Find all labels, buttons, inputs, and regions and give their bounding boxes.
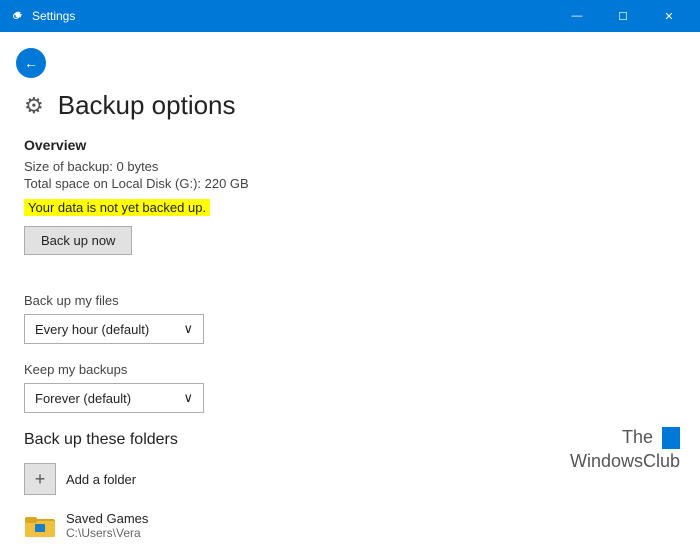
keep-backups-label: Keep my backups [24,362,676,377]
backup-frequency-dropdown[interactable]: Every hour (default) ∨ [24,314,204,344]
total-space-line: Total space on Local Disk (G:): 220 GB [24,176,676,191]
warning-banner: Your data is not yet backed up. [24,199,210,216]
add-folder-icon: + [24,463,56,495]
folder-path: C:\Users\Vera [66,526,148,540]
title-bar: Settings — ☐ ✕ [0,0,700,32]
saved-games-icon [24,509,56,541]
header-area: ← [0,32,700,86]
content-area: ← ⚙ Backup options Overview Size of back… [0,32,700,553]
main-content: Overview Size of backup: 0 bytes Total s… [0,137,700,541]
close-button[interactable]: ✕ [646,0,692,32]
keep-backups-value: Forever (default) [35,391,131,406]
title-bar-title: Settings [32,9,75,23]
watermark-box [662,427,680,449]
backup-frequency-value: Every hour (default) [35,322,149,337]
backup-frequency-section: Back up my files Every hour (default) ∨ [24,293,676,344]
backup-size-line: Size of backup: 0 bytes [24,159,676,174]
folder-row: Saved Games C:\Users\Vera [24,509,676,541]
keep-backups-chevron: ∨ [183,390,193,406]
backup-frequency-label: Back up my files [24,293,676,308]
maximize-button[interactable]: ☐ [600,0,646,32]
title-bar-controls: — ☐ ✕ [554,0,692,32]
back-button[interactable]: ← [16,48,46,78]
settings-app-icon [8,8,24,24]
keep-backups-dropdown[interactable]: Forever (default) ∨ [24,383,204,413]
overview-title: Overview [24,137,676,153]
folder-name: Saved Games [66,511,148,526]
minimize-button[interactable]: — [554,0,600,32]
watermark-line2: WindowsClub [570,451,680,471]
watermark: The WindowsClub [570,426,680,473]
overview-section: Overview Size of backup: 0 bytes Total s… [24,137,676,275]
page-title: Backup options [58,90,236,121]
page-header: ⚙ Backup options [0,86,700,137]
backup-options-icon: ⚙ [24,93,44,119]
add-folder-label: Add a folder [66,472,136,487]
title-bar-left: Settings [8,8,75,24]
watermark-line1: The [622,427,653,447]
keep-backups-section: Keep my backups Forever (default) ∨ [24,362,676,413]
folder-info: Saved Games C:\Users\Vera [66,511,148,540]
back-up-now-button[interactable]: Back up now [24,226,132,255]
backup-frequency-chevron: ∨ [183,321,193,337]
